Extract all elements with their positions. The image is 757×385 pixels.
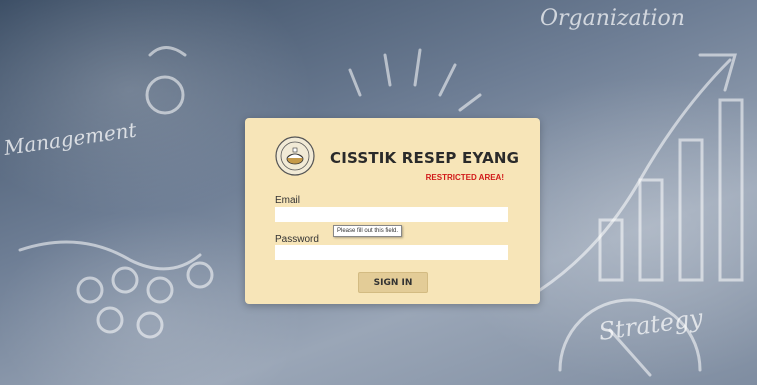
validation-tooltip: Please fill out this field. bbox=[333, 225, 403, 237]
bg-word-strategy: Strategy bbox=[597, 304, 705, 346]
password-field[interactable] bbox=[275, 245, 508, 260]
brand-title: CISSTIK RESEP EYANG bbox=[330, 149, 520, 167]
password-label: Password bbox=[275, 234, 319, 245]
bg-word-organization: Organization bbox=[540, 6, 685, 31]
restricted-label: RESTRICTED AREA! bbox=[425, 173, 504, 182]
email-label: Email bbox=[275, 195, 301, 206]
bar-sketch bbox=[718, 98, 744, 282]
head-sketch bbox=[145, 75, 185, 115]
bar-sketch bbox=[678, 138, 704, 282]
login-card: CISSTIK RESEP EYANG RESTRICTED AREA! Ema… bbox=[245, 118, 540, 304]
bar-sketch bbox=[598, 218, 624, 282]
email-field[interactable] bbox=[275, 207, 508, 222]
sign-in-button[interactable]: SIGN IN bbox=[358, 272, 428, 293]
chef-pot-logo-icon bbox=[275, 136, 315, 176]
bar-sketch bbox=[638, 178, 664, 282]
bg-word-management: Management bbox=[1, 117, 139, 160]
